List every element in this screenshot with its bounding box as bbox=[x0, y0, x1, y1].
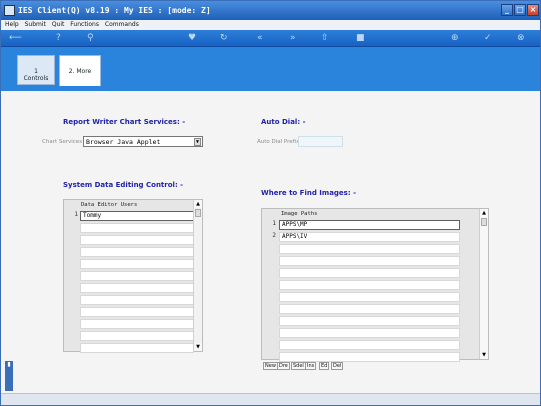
help-icon[interactable]: ? bbox=[56, 33, 61, 44]
menu-functions[interactable]: Functions bbox=[70, 20, 99, 30]
grid-column-header: Image Paths bbox=[281, 211, 318, 217]
export-icon[interactable]: ⇧ bbox=[321, 33, 329, 44]
image-paths-grid: Image Paths 1 APPS\MP 2 APPS\IV ▲ ▼ bbox=[261, 208, 489, 363]
table-row[interactable] bbox=[64, 222, 194, 234]
close-icon[interactable]: ⊗ bbox=[517, 33, 525, 44]
app-icon bbox=[4, 5, 15, 16]
table-row[interactable] bbox=[64, 294, 194, 306]
ed-button[interactable]: Ed bbox=[319, 362, 330, 370]
chart-services-dropdown[interactable]: Browser Java Applet ▼ bbox=[83, 136, 203, 147]
forward-icon[interactable]: » bbox=[290, 33, 296, 44]
grid-column-header: Data Editor Users bbox=[81, 202, 138, 208]
data-editor-users-grid: Data Editor Users 1 Tommy ▲ ▼ bbox=[63, 199, 203, 354]
table-row[interactable] bbox=[64, 342, 194, 354]
app-window: IES Client(Q) v8.19 : My IES : [mode: Z]… bbox=[0, 0, 541, 406]
title-bar: IES Client(Q) v8.19 : My IES : [mode: Z]… bbox=[1, 1, 540, 20]
toolbar: ⟵ ? ⚲ ♥ ↻ « » ⇧ ■ ⊕ ✓ ⊗ bbox=[1, 30, 540, 47]
dre-button[interactable]: Dre bbox=[277, 362, 290, 370]
scroll-thumb[interactable] bbox=[195, 209, 201, 217]
auto-dial-prefix-label: Auto Dial Prefix bbox=[257, 139, 300, 145]
refresh-icon[interactable]: ↻ bbox=[220, 33, 228, 44]
menu-help[interactable]: Help bbox=[5, 20, 19, 30]
chart-services-label: Chart Services bbox=[42, 139, 83, 145]
stop-icon[interactable]: ■ bbox=[356, 33, 365, 44]
auto-dial-heading: Auto Dial: - bbox=[261, 118, 306, 126]
menu-quit[interactable]: Quit bbox=[52, 20, 65, 30]
scroll-thumb[interactable] bbox=[481, 218, 487, 226]
tab-strip: 1 Controls 2. More bbox=[1, 47, 540, 91]
menu-bar: Help Submit Quit Functions Commands bbox=[1, 20, 540, 30]
grid-rows: 1 APPS\MP 2 APPS\IV bbox=[262, 219, 479, 363]
table-row[interactable] bbox=[262, 315, 479, 327]
heart-icon[interactable]: ♥ bbox=[188, 33, 196, 44]
back-arrow-icon[interactable]: ⟵ bbox=[9, 33, 22, 44]
sdel-button[interactable]: Sdel bbox=[291, 362, 306, 370]
add-icon[interactable]: ⊕ bbox=[451, 33, 459, 44]
menu-commands[interactable]: Commands bbox=[105, 20, 139, 30]
table-row[interactable] bbox=[64, 270, 194, 282]
table-row[interactable]: 2 APPS\IV bbox=[262, 231, 479, 243]
chart-services-value: Browser Java Applet bbox=[86, 138, 161, 146]
window-title: IES Client(Q) v8.19 : My IES : [mode: Z] bbox=[18, 6, 211, 15]
table-row[interactable] bbox=[64, 258, 194, 270]
scroll-up-icon[interactable]: ▲ bbox=[194, 200, 202, 208]
status-bar bbox=[1, 393, 540, 405]
table-row[interactable] bbox=[262, 279, 479, 291]
main-content: Report Writer Chart Services: - Chart Se… bbox=[1, 91, 540, 393]
table-row[interactable] bbox=[64, 234, 194, 246]
table-row[interactable] bbox=[64, 246, 194, 258]
vertical-scrollbar[interactable]: ▲ ▼ bbox=[479, 209, 488, 359]
vertical-scrollbar[interactable]: ▲ ▼ bbox=[193, 200, 202, 351]
table-row[interactable] bbox=[262, 339, 479, 351]
table-row[interactable] bbox=[262, 243, 479, 255]
close-window-button[interactable]: × bbox=[527, 4, 539, 16]
table-row[interactable] bbox=[262, 291, 479, 303]
tab-controls[interactable]: 1 Controls bbox=[17, 55, 55, 85]
table-row[interactable] bbox=[64, 306, 194, 318]
table-row[interactable] bbox=[262, 255, 479, 267]
maximize-button[interactable]: □ bbox=[514, 4, 526, 16]
side-panel-toggle[interactable]: ▮ bbox=[5, 361, 13, 391]
table-row[interactable] bbox=[262, 303, 479, 315]
chevron-down-icon[interactable]: ▼ bbox=[194, 138, 201, 146]
auto-dial-prefix-field[interactable] bbox=[298, 136, 343, 147]
table-row[interactable] bbox=[262, 267, 479, 279]
scroll-up-icon[interactable]: ▲ bbox=[480, 209, 488, 217]
table-row[interactable]: 1 APPS\MP bbox=[262, 219, 479, 231]
del-button[interactable]: Del bbox=[331, 362, 344, 370]
table-row[interactable]: 1 Tommy bbox=[64, 210, 194, 222]
scroll-down-icon[interactable]: ▼ bbox=[194, 343, 202, 351]
grid-rows: 1 Tommy bbox=[64, 210, 194, 354]
table-row[interactable] bbox=[64, 330, 194, 342]
images-heading: Where to Find Images: - bbox=[261, 189, 356, 197]
data-editing-heading: System Data Editing Control: - bbox=[63, 181, 184, 189]
confirm-icon[interactable]: ✓ bbox=[484, 33, 492, 44]
report-writer-heading: Report Writer Chart Services: - bbox=[63, 118, 186, 126]
new-button[interactable]: New bbox=[263, 362, 278, 370]
table-row[interactable] bbox=[64, 318, 194, 330]
tab-more[interactable]: 2. More bbox=[59, 55, 101, 86]
table-row[interactable] bbox=[262, 327, 479, 339]
minimize-button[interactable]: _ bbox=[501, 4, 513, 16]
rewind-icon[interactable]: « bbox=[257, 33, 263, 44]
ins-button[interactable]: Ins bbox=[305, 362, 317, 370]
search-icon[interactable]: ⚲ bbox=[87, 33, 94, 44]
menu-submit[interactable]: Submit bbox=[25, 20, 46, 30]
scroll-down-icon[interactable]: ▼ bbox=[480, 351, 488, 359]
table-row[interactable] bbox=[64, 282, 194, 294]
